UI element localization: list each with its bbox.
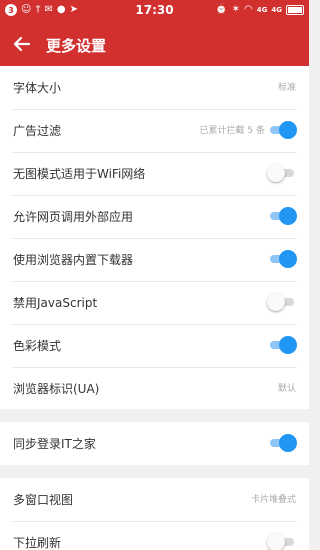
allow-external-apps-toggle[interactable] (267, 207, 297, 225)
network-type-1: 4G (256, 6, 268, 14)
sync-login-toggle[interactable] (267, 434, 297, 452)
setting-label: 使用浏览器内置下载器 (13, 253, 134, 267)
setting-label: 多窗口视图 (13, 493, 74, 507)
no-image-wifi-toggle[interactable] (267, 164, 297, 182)
color-mode-toggle[interactable] (267, 336, 297, 354)
app-bar: 更多设置 (0, 22, 309, 66)
setting-label: 无图模式适用于WiFi网络 (13, 167, 146, 181)
status-bar: 3 ☺ † ✉ ● ➤ 17:30 ⏰ ✶ ◠ 4G 4G (0, 0, 309, 22)
pull-refresh-toggle[interactable] (267, 533, 297, 550)
setting-pull-refresh[interactable]: 下拉刷新 (0, 521, 309, 550)
setting-value: 默认 (277, 384, 296, 394)
setting-label: 色彩模式 (13, 339, 62, 353)
ad-filter-count: 已累计拦截 5 条 (199, 126, 265, 136)
network-type-2: 4G (271, 6, 282, 14)
setting-label: 下拉刷新 (13, 536, 62, 550)
setting-color-mode[interactable]: 色彩模式 (0, 324, 309, 367)
settings-group-general: 字体大小 标准 广告过滤 已累计拦截 5 条 无图模式适用于WiFi网络 允许网… (0, 66, 309, 409)
settings-group-account: 同步登录IT之家 (0, 422, 309, 465)
setting-sync-login[interactable]: 同步登录IT之家 (0, 422, 309, 465)
builtin-downloader-toggle[interactable] (267, 250, 297, 268)
setting-user-agent[interactable]: 浏览器标识(UA) 默认 (0, 367, 309, 410)
settings-group-view: 多窗口视图 卡片堆叠式 下拉刷新 (0, 478, 309, 550)
setting-label: 字体大小 (13, 81, 62, 95)
back-arrow-icon[interactable] (12, 34, 32, 54)
setting-label: 禁用JavaScript (13, 296, 98, 310)
setting-multi-window[interactable]: 多窗口视图 卡片堆叠式 (0, 478, 309, 521)
ad-filter-toggle[interactable] (267, 121, 297, 139)
setting-label: 广告过滤 (13, 124, 62, 138)
wifi-icon: ◠ (244, 4, 253, 15)
setting-label: 浏览器标识(UA) (13, 382, 100, 396)
setting-label: 允许网页调用外部应用 (13, 210, 134, 224)
battery-icon (286, 5, 304, 15)
setting-allow-external-apps[interactable]: 允许网页调用外部应用 (0, 195, 309, 238)
disable-js-toggle[interactable] (267, 293, 297, 311)
setting-font-size[interactable]: 字体大小 标准 (0, 66, 309, 109)
setting-value: 标准 (277, 83, 296, 93)
setting-no-image-wifi[interactable]: 无图模式适用于WiFi网络 (0, 152, 309, 195)
setting-label: 同步登录IT之家 (13, 437, 96, 451)
setting-value: 卡片堆叠式 (250, 495, 296, 505)
setting-disable-js[interactable]: 禁用JavaScript (0, 281, 309, 324)
page-title: 更多设置 (46, 37, 107, 55)
setting-ad-filter[interactable]: 广告过滤 已累计拦截 5 条 (0, 109, 309, 152)
alarm-icon: ⏰ (215, 4, 228, 15)
setting-builtin-downloader[interactable]: 使用浏览器内置下载器 (0, 238, 309, 281)
bluetooth-icon: ✶ (231, 4, 241, 15)
